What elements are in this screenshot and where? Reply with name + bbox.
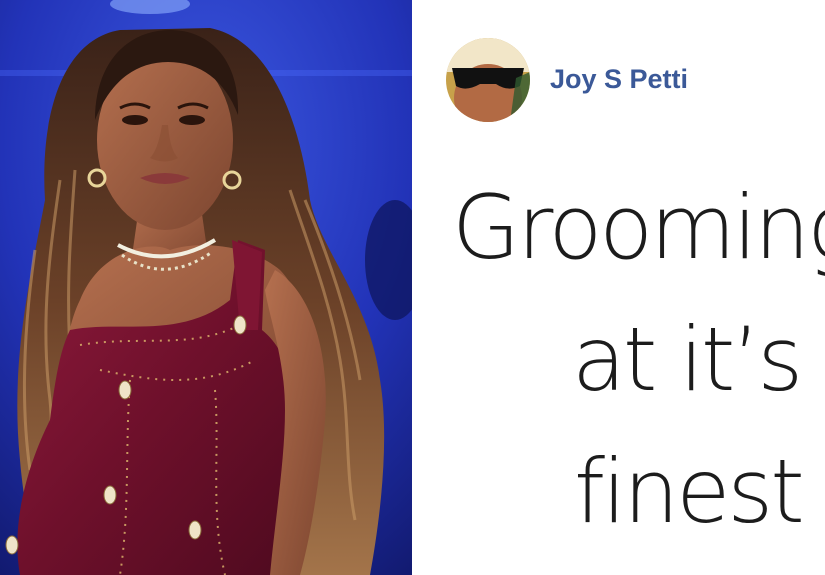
social-post: Joy S Petti Grooming at it’s finest	[412, 0, 825, 575]
author-name-link[interactable]: Joy S Petti	[550, 64, 688, 95]
post-text-line-1: Grooming	[452, 176, 825, 279]
performer-photo-art	[0, 0, 412, 575]
meme-post: Joy S Petti Grooming at it’s finest	[0, 0, 825, 575]
post-text-line-2: at it’s	[572, 308, 803, 411]
post-text: Grooming at it’s finest	[452, 162, 825, 558]
performer-photo	[0, 0, 412, 575]
author-avatar[interactable]	[446, 38, 530, 122]
post-text-line-3: finest	[574, 440, 805, 543]
avatar-icon	[446, 38, 530, 122]
